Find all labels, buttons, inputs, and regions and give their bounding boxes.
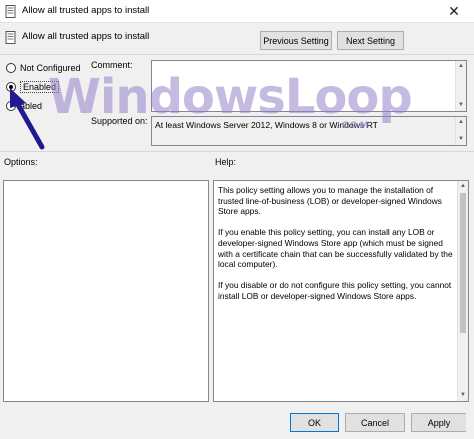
scroll-down-icon[interactable]: ▼ [458, 390, 468, 401]
comment-label: Comment: [91, 60, 133, 70]
help-paragraph: If you disable or do not configure this … [218, 280, 452, 301]
comment-textarea[interactable]: ▲ ▼ [151, 60, 467, 112]
radio-circle[interactable] [6, 101, 16, 111]
radio-label: abled [20, 101, 43, 111]
close-icon: ✕ [448, 3, 460, 19]
previous-setting-button[interactable]: Previous Setting [260, 31, 332, 50]
radio-enabled[interactable]: Enabled [6, 80, 60, 94]
help-paragraph: This policy setting allows you to manage… [218, 185, 442, 217]
watermark-domain: .COM [336, 121, 371, 131]
help-scrollbar[interactable]: ▲ ▼ [457, 181, 468, 401]
policy-icon [5, 31, 16, 44]
radio-label: Enabled [20, 81, 60, 93]
policy-icon [5, 5, 16, 18]
options-panel [3, 180, 209, 402]
section-divider [0, 151, 474, 152]
scroll-up-icon[interactable]: ▲ [458, 181, 468, 192]
cancel-button[interactable]: Cancel [345, 413, 405, 432]
scroll-down-icon[interactable]: ▼ [456, 100, 466, 111]
supported-on-field: At least Windows Server 2012, Windows 8 … [151, 116, 467, 146]
scroll-up-icon[interactable]: ▲ [456, 61, 466, 72]
next-setting-button[interactable]: Next Setting [337, 31, 404, 50]
radio-disabled[interactable]: abled [6, 99, 42, 113]
scroll-thumb[interactable] [460, 193, 466, 333]
comment-scrollbar[interactable]: ▲ ▼ [455, 61, 466, 111]
help-panel: This policy setting allows you to manage… [213, 180, 469, 402]
radio-circle-checked[interactable] [6, 82, 16, 92]
scroll-up-icon[interactable]: ▲ [456, 117, 466, 128]
supported-scrollbar[interactable]: ▲ ▼ [455, 117, 466, 145]
help-paragraph: If you enable this policy setting, you c… [218, 227, 453, 270]
title-bar: Allow all trusted apps to install ✕ [0, 0, 474, 23]
radio-label: Not Configured [20, 63, 81, 73]
close-button[interactable]: ✕ [434, 0, 474, 23]
help-text: This policy setting allows you to manage… [218, 185, 454, 312]
scroll-down-icon[interactable]: ▼ [456, 134, 466, 145]
apply-button[interactable]: Apply [411, 413, 466, 432]
supported-on-label: Supported on: [91, 116, 148, 126]
ok-button[interactable]: OK [290, 413, 339, 432]
window-title: Allow all trusted apps to install [22, 5, 150, 16]
radio-circle[interactable] [6, 63, 16, 73]
header-divider [0, 54, 474, 55]
policy-title: Allow all trusted apps to install [22, 31, 150, 42]
help-label: Help: [215, 157, 237, 167]
radio-not-configured[interactable]: Not Configured [6, 61, 81, 75]
options-label: Options: [4, 157, 38, 167]
